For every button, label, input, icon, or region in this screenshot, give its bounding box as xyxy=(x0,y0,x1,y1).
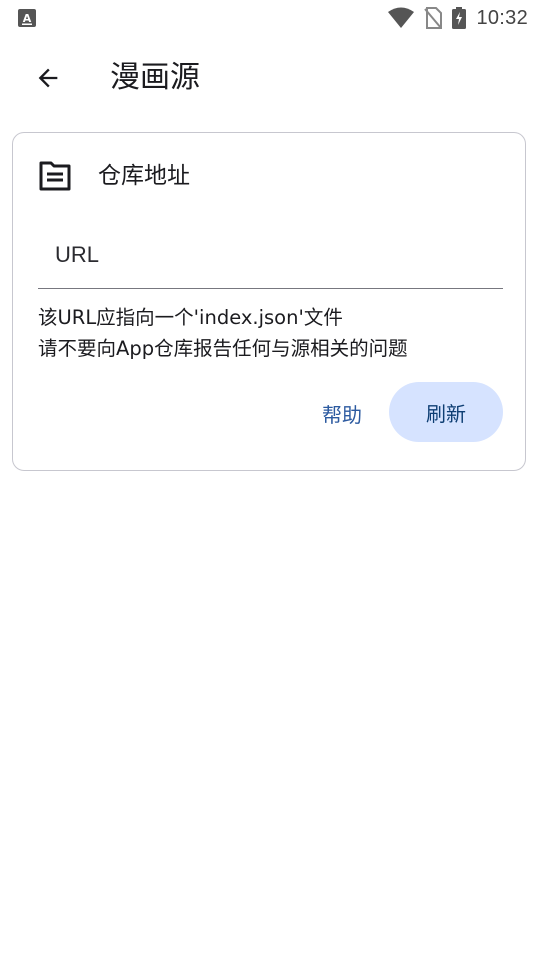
page-title: 漫画源 xyxy=(110,60,200,95)
svg-text:A: A xyxy=(23,12,32,25)
hint-index-json: 该URL应指向一个'index.json'文件 xyxy=(38,306,343,329)
status-time: 10:32 xyxy=(476,6,528,29)
help-button[interactable]: 帮助 xyxy=(309,383,375,443)
back-button[interactable] xyxy=(28,58,68,98)
card-title: 仓库地址 xyxy=(98,163,190,189)
status-icons: 10:32 xyxy=(388,6,528,30)
source-folder-icon xyxy=(39,161,71,191)
url-input[interactable] xyxy=(38,221,503,288)
refresh-button[interactable]: 刷新 xyxy=(389,382,503,442)
status-bar: A 10:32 xyxy=(0,0,540,36)
url-field[interactable] xyxy=(38,221,503,289)
no-sim-icon xyxy=(424,7,443,29)
battery-charging-icon xyxy=(452,7,467,29)
hint-no-report: 请不要向App仓库报告任何与源相关的问题 xyxy=(38,337,408,360)
arrow-back-icon xyxy=(38,68,58,88)
keyboard-app-icon: A xyxy=(18,9,36,27)
wifi-icon xyxy=(388,7,415,28)
repository-card: 仓库地址 该URL应指向一个'index.json'文件 请不要向App仓库报告… xyxy=(12,132,526,471)
top-app-bar: 漫画源 xyxy=(0,36,540,120)
